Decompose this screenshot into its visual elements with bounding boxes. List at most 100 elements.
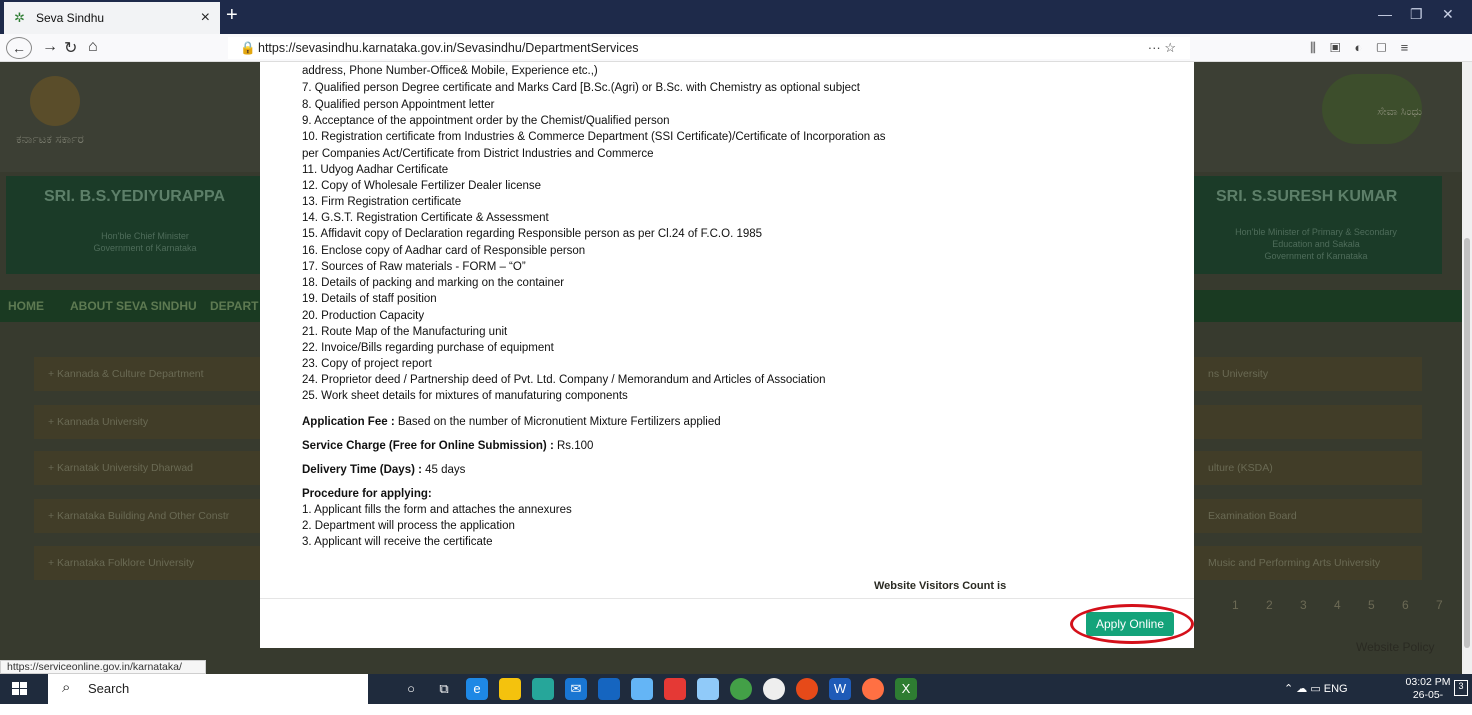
status-bar-url: https://serviceonline.gov.in/karnataka/ — [0, 660, 206, 674]
visitor-count-label: Website Visitors Count is — [874, 580, 1007, 592]
delivery-time: Delivery Time (Days) : 45 days — [302, 464, 465, 476]
cm-name: SRI. B.S.YEDIYURAPPA — [44, 188, 226, 205]
procedure-title: Procedure for applying: — [302, 488, 432, 500]
doc-line: 22. Invoice/Bills regarding purchase of … — [302, 342, 554, 354]
doc-line: per Companies Act/Certificate from Distr… — [302, 148, 654, 160]
doc-line: 18. Details of packing and marking on th… — [302, 277, 565, 289]
doc-line: 17. Sources of Raw materials - FORM – “O… — [302, 261, 526, 273]
scrollbar-thumb[interactable] — [1464, 238, 1470, 648]
dept-item[interactable]: + Karnatak University Dharwad — [34, 451, 260, 485]
tray-language[interactable]: ENG — [1324, 683, 1348, 695]
page-actions-icon[interactable]: ··· ☆ — [1148, 37, 1176, 59]
tab-close-icon[interactable]: × — [201, 9, 210, 27]
file-explorer-icon[interactable] — [499, 678, 521, 700]
home-icon[interactable]: ⌂ — [88, 38, 98, 56]
pagination[interactable]: 1 2 3 4 5 6 7 — [1232, 598, 1455, 612]
forward-arrow-icon[interactable]: → — [42, 38, 58, 56]
karnataka-emblem-icon — [30, 76, 80, 126]
search-icon: ⌕ — [62, 679, 71, 696]
browser-navbar: ← → ↻ ⌂ 🔒 https://sevasindhu.karnataka.g… — [0, 34, 1472, 62]
store-icon[interactable] — [598, 678, 620, 700]
doc-line: 12. Copy of Wholesale Fertilizer Dealer … — [302, 180, 542, 192]
page-scrollbar[interactable] — [1462, 62, 1472, 674]
cortana-icon[interactable]: ○ — [400, 678, 422, 700]
windows-start-icon[interactable] — [12, 682, 28, 696]
doc-line: 11. Udyog Aadhar Certificate — [302, 164, 449, 176]
menu-departments[interactable]: DEPART — [210, 299, 258, 313]
doc-line: 9. Acceptance of the appointment order b… — [302, 115, 670, 127]
service-details-modal: address, Phone Number-Office& Mobile, Ex… — [260, 62, 1194, 648]
menu-about[interactable]: ABOUT SEVA SINDHU — [70, 299, 197, 313]
charge-label: Service Charge (Free for Online Submissi… — [302, 440, 554, 452]
circle-app-icon[interactable] — [763, 678, 785, 700]
dept-item[interactable]: Examination Board — [1194, 499, 1422, 533]
excel-icon[interactable]: X — [895, 678, 917, 700]
cm-title: Hon'ble Chief Minister Government of Kar… — [93, 231, 197, 253]
tab-title: Seva Sindhu — [36, 11, 105, 25]
task-view-icon[interactable]: ⧉ — [433, 678, 455, 700]
reload-icon[interactable]: ↻ — [64, 38, 77, 58]
minimize-icon[interactable]: — — [1378, 6, 1392, 22]
doc-line: 25. Work sheet details for mixtures of m… — [302, 390, 628, 402]
browser-tab[interactable]: ✲ Seva Sindhu × — [4, 2, 220, 34]
procedure-step: 3. Applicant will receive the certificat… — [302, 536, 493, 548]
restore-icon[interactable]: ❐ — [1410, 6, 1423, 23]
doc-line: 21. Route Map of the Manufacturing unit — [302, 326, 508, 338]
paint-icon[interactable] — [697, 678, 719, 700]
charge-value: Rs.100 — [553, 440, 594, 452]
site-favicon-icon: ✲ — [14, 10, 25, 25]
procedure-step: 1. Applicant fills the form and attaches… — [302, 504, 572, 516]
clock-date: 26-05-2021 — [1412, 689, 1444, 714]
notification-icon[interactable]: 3 — [1454, 680, 1468, 696]
browser-tabbar: ✲ Seva Sindhu × + — ❐ ✕ — [0, 0, 1472, 34]
taskbar-search[interactable]: ⌕ Search — [48, 674, 368, 704]
edge-icon[interactable]: e — [466, 678, 488, 700]
dept-item[interactable] — [1194, 405, 1422, 439]
doc-line: 10. Registration certificate from Indust… — [302, 131, 886, 143]
toolbar-icons[interactable]: ⫼▣◐▢≡ — [1310, 40, 1422, 56]
refresh-app-icon[interactable] — [730, 678, 752, 700]
lock-icon: 🔒 — [240, 41, 256, 55]
system-tray[interactable]: ⌃ ☁ ▭ ENG — [1284, 682, 1348, 695]
app-icon[interactable] — [631, 678, 653, 700]
menu-home[interactable]: HOME — [8, 299, 44, 313]
website-policy-link[interactable]: Website Policy — [1356, 640, 1434, 654]
chrome-profile-icon[interactable] — [796, 678, 818, 700]
windows-taskbar: ⌕ Search ○ ⧉ e ✉ W X ⌃ ☁ ▭ ENG 03:02 PM … — [0, 674, 1472, 714]
dept-item[interactable]: ns University — [1194, 357, 1422, 391]
dept-item[interactable]: + Kannada & Culture Department — [34, 357, 260, 391]
doc-line: 19. Details of staff position — [302, 293, 437, 305]
procedure-step: 2. Department will process the applicati… — [302, 520, 515, 532]
address-bar[interactable]: 🔒 https://sevasindhu.karnataka.gov.in/Se… — [228, 37, 1190, 59]
doc-line: 16. Enclose copy of Aadhar card of Respo… — [302, 245, 586, 257]
doc-line: 23. Copy of project report — [302, 358, 432, 370]
firefox-icon[interactable] — [862, 678, 884, 700]
doc-line: 13. Firm Registration certificate — [302, 196, 462, 208]
office-icon[interactable] — [664, 678, 686, 700]
doc-line: 14. G.S.T. Registration Certificate & As… — [302, 212, 549, 224]
taskbar-apps: ○ ⧉ e ✉ W X — [400, 678, 917, 700]
service-charge: Service Charge (Free for Online Submissi… — [302, 440, 593, 452]
dept-item[interactable]: + Kannada University — [34, 405, 260, 439]
doc-line: 8. Qualified person Appointment letter — [302, 99, 495, 111]
modal-footer — [260, 598, 1194, 648]
clock[interactable]: 03:02 PM 26-05-2021 — [1402, 676, 1454, 715]
doc-line: 20. Production Capacity — [302, 310, 425, 322]
govt-label: ಕರ್ನಾಟಕ ಸರ್ಕಾರ — [16, 132, 84, 146]
minister-title: Hon'ble Minister of Primary & Secondary … — [1235, 227, 1397, 261]
back-arrow-icon[interactable]: ← — [6, 37, 32, 59]
delivery-label: Delivery Time (Days) : — [302, 464, 422, 476]
fee-value: Based on the number of Micronutient Mixt… — [394, 416, 721, 428]
dept-item[interactable]: + Karnataka Building And Other Constr — [34, 499, 260, 533]
mail-icon[interactable]: ✉ — [565, 678, 587, 700]
dept-item[interactable]: Music and Performing Arts University — [1194, 546, 1422, 580]
new-tab-icon[interactable]: + — [226, 4, 238, 27]
window-close-icon[interactable]: ✕ — [1442, 6, 1454, 23]
dept-item[interactable]: + Karnataka Folklore University — [34, 546, 260, 580]
dept-item[interactable]: ulture (KSDA) — [1194, 451, 1422, 485]
doc-line: address, Phone Number-Office& Mobile, Ex… — [302, 65, 598, 77]
chrome-icon[interactable] — [532, 678, 554, 700]
application-fee: Application Fee : Based on the number of… — [302, 416, 721, 428]
word-icon[interactable]: W — [829, 678, 851, 700]
doc-line: 7. Qualified person Degree certificate a… — [302, 82, 860, 94]
